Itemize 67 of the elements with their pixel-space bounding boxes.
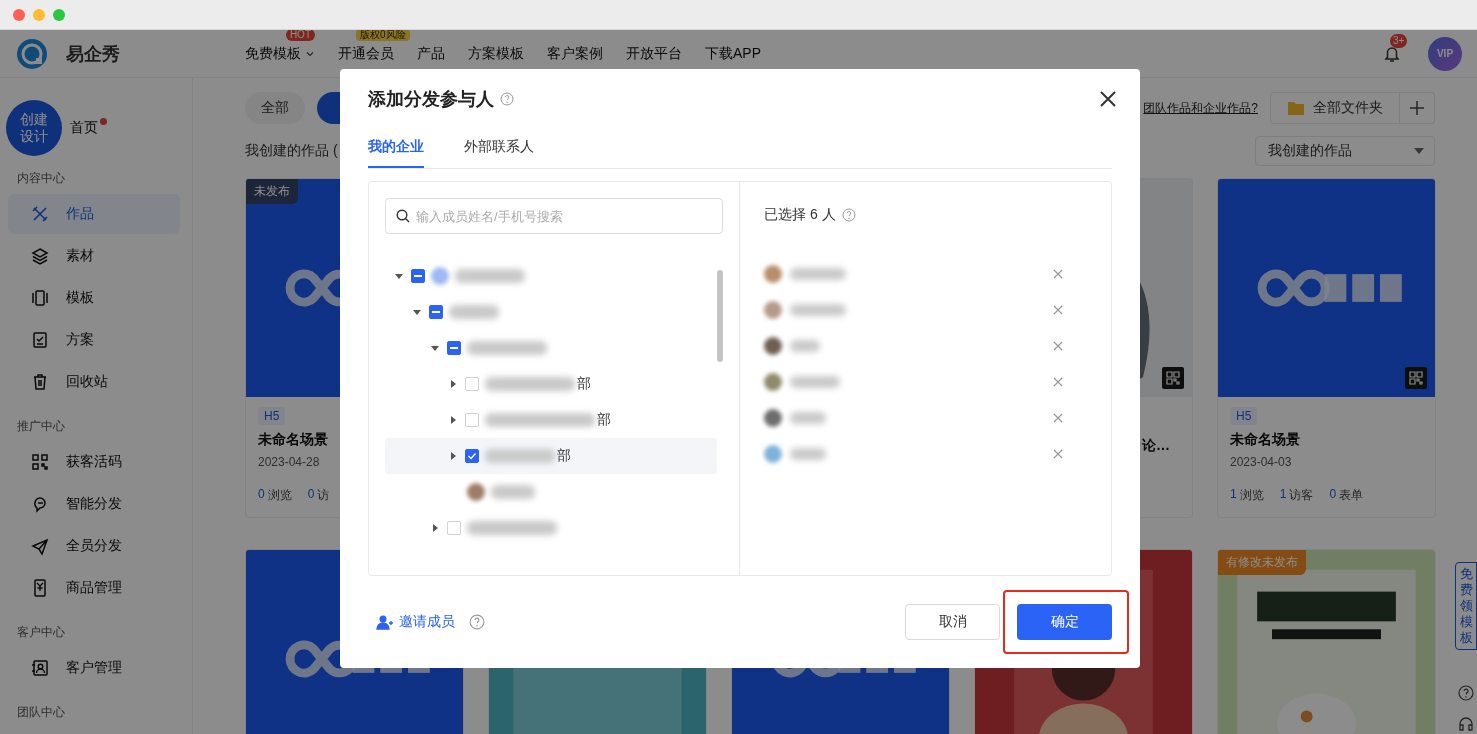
search-field[interactable]: 输入成员姓名/手机号搜索 (385, 198, 723, 234)
home-link[interactable]: 首页 (70, 119, 98, 137)
section-label: 团队中心 (16, 704, 66, 721)
tree-row[interactable]: 部 (385, 402, 717, 438)
tree-row[interactable]: 部 (385, 366, 717, 402)
nav-link[interactable]: 客户案例 (547, 44, 603, 63)
filter-tab[interactable]: 全部 (245, 92, 305, 124)
sidebar-item[interactable]: 回收站 (8, 362, 180, 402)
status-badge: 有修改未发布 (1218, 550, 1306, 575)
nav-badge: 版权0风险 (356, 30, 410, 41)
stat-count: 1 (1279, 487, 1287, 503)
invite-members-link[interactable]: 邀请成员 (368, 613, 455, 631)
sidebar-item[interactable]: 方案 (8, 320, 180, 360)
folder-button[interactable]: 全部文件夹 (1270, 92, 1400, 124)
tab[interactable]: 外部联系人 (464, 138, 534, 168)
help-link[interactable]: 团队作品和企业作品? (1143, 99, 1258, 117)
nav-link[interactable]: 开放平台 (626, 44, 682, 63)
card-date: 2023-04-28 (258, 455, 321, 469)
stat-unit: 表单 (1339, 487, 1364, 504)
stat-unit: 访客 (1289, 487, 1314, 504)
tree-row[interactable]: 部 (385, 438, 717, 474)
stat-count: 0 (258, 487, 265, 503)
card-date: 2023-04-03 (1230, 455, 1293, 469)
confirm-button[interactable]: 确定 (1017, 604, 1112, 640)
scope-dropdown[interactable]: 我创建的作品 (1255, 136, 1435, 166)
cancel-button[interactable]: 取消 (905, 604, 1000, 640)
department-name: 部 (577, 375, 591, 393)
stat-unit: 访 (317, 487, 330, 504)
section-heading: 我创建的作品 ( (245, 142, 338, 160)
nav-link[interactable]: 免费模板 (245, 44, 301, 63)
type-tag: H5 (258, 407, 286, 425)
sidebar-item[interactable]: 商品管理 (8, 568, 180, 608)
stat-count: 0 (1329, 487, 1337, 503)
department-name: 部 (557, 447, 571, 465)
stat-unit: 浏览 (267, 487, 292, 504)
nav-link[interactable]: 产品 (417, 44, 445, 63)
sidebar-item[interactable]: 客户管理 (8, 648, 180, 688)
tab[interactable]: 我的企业 (368, 138, 424, 168)
stat-count: 0 (307, 487, 315, 503)
status-badge: 未发布 (246, 179, 298, 204)
section-label: 内容中心 (16, 170, 66, 187)
section-label: 客户中心 (16, 624, 66, 641)
type-tag: H5 (1230, 407, 1258, 425)
nav-link[interactable]: 方案模板 (468, 44, 524, 63)
card-title: 未命名场景 (1230, 431, 1301, 449)
card-title: 论… (1142, 437, 1170, 455)
dialog-title: 添加分发参与人 (368, 88, 494, 111)
sidebar-item[interactable]: 获客活码 (8, 442, 180, 482)
section-label: 推广中心 (16, 418, 66, 435)
brand-name: 易企秀 (66, 42, 120, 66)
stat-count: 1 (1230, 487, 1237, 503)
sidebar-item[interactable]: 素材 (8, 236, 180, 276)
create-design-button[interactable]: 创建设计 (6, 100, 62, 156)
nav-link[interactable]: 开通会员 (338, 44, 394, 63)
sidebar-item[interactable]: 作品 (8, 194, 180, 234)
department-name: 部 (597, 411, 611, 429)
sidebar-item[interactable]: 全员分发 (8, 526, 180, 566)
card-title: 未命名场景 (258, 431, 329, 449)
selected-count: 已选择 6 人 (764, 206, 836, 224)
notification-badge: 3+ (1390, 33, 1408, 48)
nav-badge: HOT (285, 30, 315, 41)
free-template-tab[interactable]: 免费领模板 (1455, 562, 1477, 650)
user-avatar[interactable]: VIP (1428, 36, 1462, 71)
sidebar-item[interactable]: 智能分发 (8, 484, 180, 524)
stat-unit: 浏览 (1239, 487, 1264, 504)
nav-link[interactable]: 下载APP (705, 44, 761, 63)
sidebar-item[interactable]: 模板 (8, 278, 180, 318)
